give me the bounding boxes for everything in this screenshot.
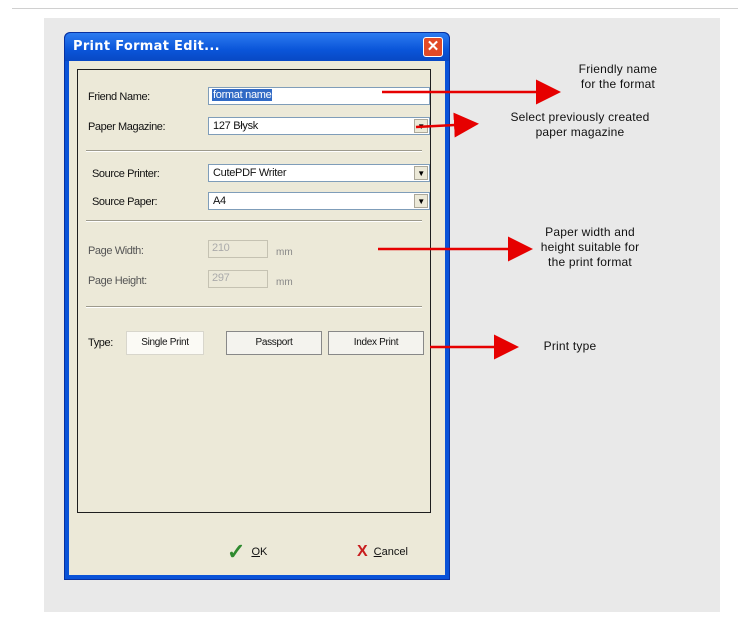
- annotation-line: Paper width and: [545, 225, 635, 239]
- annotation-print-type: Print type: [520, 339, 620, 354]
- annotation-line: height suitable for: [540, 240, 640, 254]
- annotation-line: the print format: [548, 255, 632, 269]
- annotation-line: paper magazine: [535, 125, 625, 139]
- annotation-friendly-name: Friendly name for the format: [548, 62, 688, 92]
- annotation-line: Friendly name: [578, 62, 658, 76]
- annotation-page-size: Paper width and height suitable for the …: [520, 225, 660, 270]
- arrow-paper-magazine: [415, 112, 479, 138]
- annotation-arrows: [378, 79, 561, 360]
- annotation-line: for the format: [580, 77, 656, 91]
- annotation-paper-magazine: Select previously created paper magazine: [470, 110, 690, 140]
- annotation-line: Select previously created: [510, 110, 650, 124]
- annotation-line: Print type: [543, 339, 597, 353]
